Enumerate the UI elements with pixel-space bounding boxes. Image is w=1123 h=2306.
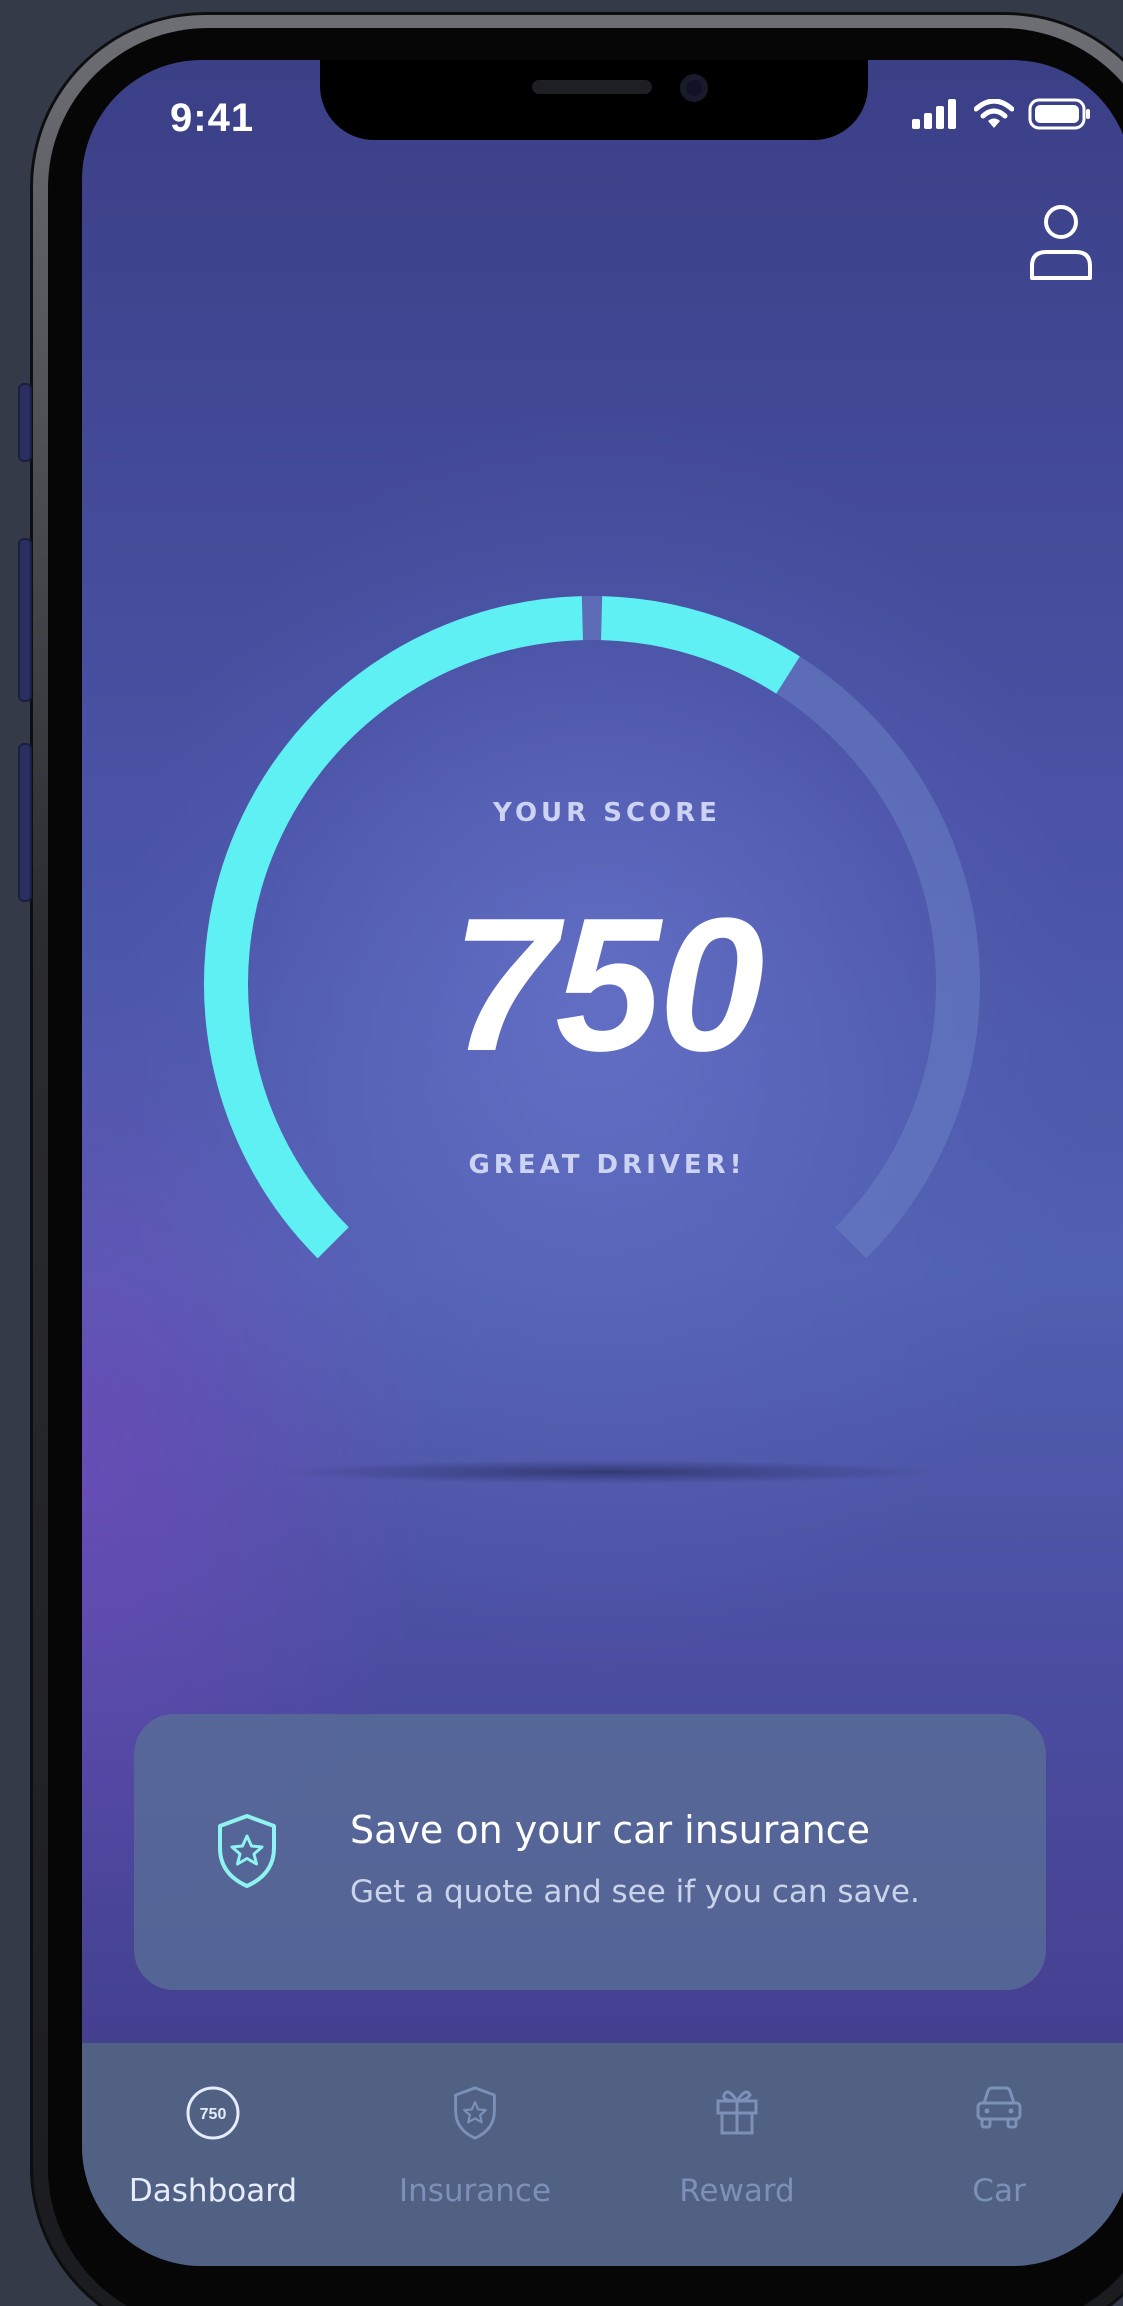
car-icon [976, 2086, 1022, 2129]
volume-up-button [20, 540, 30, 700]
score-gauge [203, 596, 980, 1344]
tab-insurance[interactable]: Insurance [344, 2043, 606, 2266]
tab-reward-label: Reward [679, 2173, 795, 2209]
tab-reward[interactable]: Reward [606, 2043, 868, 2266]
shield-star-icon [218, 1814, 276, 1888]
tab-car-label: Car [972, 2173, 1026, 2209]
tab-insurance-label: Insurance [398, 2173, 552, 2209]
tab-dashboard-badge: 750 [200, 2106, 227, 2123]
promo-subtitle: Get a quote and see if you can save. [350, 1874, 920, 1910]
shield-star-icon [454, 2086, 496, 2140]
tab-dashboard[interactable]: 750 Dashboard [82, 2043, 344, 2266]
score-badge-icon: 750 [186, 2086, 240, 2140]
tab-dashboard-label: Dashboard [128, 2173, 298, 2209]
insurance-promo-card[interactable]: Save on your car insurance Get a quote a… [134, 1714, 1046, 1990]
score-label: YOUR SCORE [493, 798, 721, 828]
volume-down-button [20, 745, 30, 900]
tab-car[interactable]: Car [868, 2043, 1123, 2266]
mute-switch [20, 385, 30, 460]
score-status: GREAT DRIVER! [468, 1150, 746, 1180]
app-screen: 9:41 YOUR SCORE 750 GREAT DRIVER! Save o… [82, 60, 1123, 2266]
promo-title: Save on your car insurance [350, 1808, 870, 1852]
bottom-tab-bar: 750 Dashboard Insurance Reward Car [82, 2043, 1123, 2266]
gauge-shadow [272, 1460, 942, 1484]
score-value: 750 [451, 879, 764, 1091]
phone-stage: 9:41 YOUR SCORE 750 GREAT DRIVER! Save o… [0, 0, 1123, 2306]
gift-icon [716, 2090, 758, 2135]
